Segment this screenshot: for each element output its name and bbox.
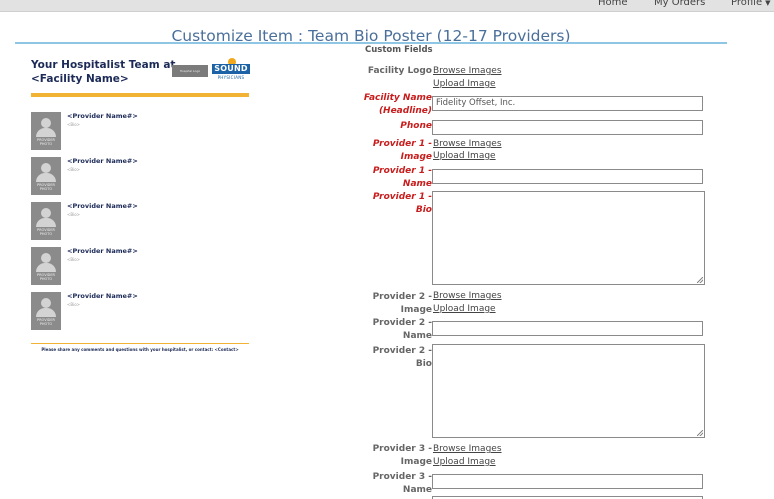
provider-2-image-label: Provider 2 - Image bbox=[372, 292, 432, 315]
provider-1-upload-link[interactable]: Upload Image bbox=[433, 151, 496, 161]
poster-headline-line2: <Facility Name> bbox=[31, 73, 129, 85]
provider-bio-placeholder: <Bio> bbox=[67, 212, 81, 217]
poster-headline-line1: Your Hospitalist Team at bbox=[31, 59, 176, 71]
provider-2-upload-link[interactable]: Upload Image bbox=[433, 304, 496, 314]
poster-provider-1: PROVIDER PHOTO <Provider Name#> <Bio> bbox=[31, 112, 249, 152]
resize-grip-icon[interactable] bbox=[697, 430, 703, 436]
provider-bio-placeholder: <Bio> bbox=[67, 122, 81, 127]
provider-2-bio-textarea[interactable] bbox=[432, 344, 705, 438]
poster-footer: Please share any comments and questions … bbox=[41, 347, 239, 352]
provider-3-name-input[interactable] bbox=[432, 474, 703, 489]
title-divider bbox=[15, 42, 727, 44]
provider-1-bio-textarea[interactable] bbox=[432, 191, 705, 285]
facility-logo-browse-link[interactable]: Browse Images bbox=[433, 66, 502, 76]
brand-sub: PHYSICIANS bbox=[217, 75, 245, 80]
profile-label: Profile bbox=[731, 0, 763, 8]
provider-2-name-label: Provider 2 - Name bbox=[372, 318, 432, 341]
resize-grip-icon[interactable] bbox=[697, 277, 703, 283]
facility-name-label: Facility Name (Headline) bbox=[363, 93, 432, 116]
poster-headline: Your Hospitalist Team at <Facility Name> bbox=[31, 58, 175, 86]
provider-name-placeholder: <Provider Name#> bbox=[67, 202, 138, 210]
caret-down-icon: ▼ bbox=[765, 0, 771, 7]
nav-orders-link[interactable]: My Orders bbox=[654, 0, 705, 8]
facility-logo-label: Facility Logo bbox=[367, 66, 432, 76]
provider-1-name-label: Provider 1 - Name bbox=[372, 166, 432, 189]
provider-photo-placeholder: PROVIDER PHOTO bbox=[31, 157, 61, 195]
provider-photo-placeholder: PROVIDER PHOTO bbox=[31, 202, 61, 240]
provider-name-placeholder: <Provider Name#> bbox=[67, 157, 138, 165]
provider-photo-placeholder: PROVIDER PHOTO bbox=[31, 247, 61, 285]
provider-3-name-label: Provider 3 - Name bbox=[372, 472, 432, 495]
provider-1-bio-label: Provider 1 - Bio bbox=[372, 192, 432, 215]
provider-bio-placeholder: <Bio> bbox=[67, 302, 81, 307]
provider-name-placeholder: <Provider Name#> bbox=[67, 292, 138, 300]
poster-footer-rule bbox=[31, 343, 249, 344]
provider-bio-placeholder: <Bio> bbox=[67, 167, 81, 172]
facility-name-input[interactable]: Fidelity Offset, Inc. bbox=[432, 96, 703, 111]
phone-input[interactable] bbox=[432, 120, 703, 135]
poster-preview: Your Hospitalist Team at <Facility Name>… bbox=[31, 55, 250, 355]
provider-1-name-input[interactable] bbox=[432, 169, 703, 184]
sound-physicians-logo: SOUND PHYSICIANS bbox=[212, 55, 250, 82]
provider-2-name-input[interactable] bbox=[432, 321, 703, 336]
provider-2-browse-link[interactable]: Browse Images bbox=[433, 291, 502, 301]
provider-bio-placeholder: <Bio> bbox=[67, 257, 81, 262]
poster-provider-5: PROVIDER PHOTO <Provider Name#> <Bio> bbox=[31, 292, 249, 332]
provider-photo-placeholder: PROVIDER PHOTO bbox=[31, 292, 61, 330]
provider-name-placeholder: <Provider Name#> bbox=[67, 247, 138, 255]
provider-2-bio-label: Provider 2 - Bio bbox=[372, 346, 432, 369]
provider-3-upload-link[interactable]: Upload Image bbox=[433, 457, 496, 467]
phone-label: Phone bbox=[400, 121, 432, 131]
provider-1-browse-link[interactable]: Browse Images bbox=[433, 139, 502, 149]
hospital-logo-placeholder: Hospital Logo bbox=[172, 65, 208, 77]
facility-logo-upload-link[interactable]: Upload Image bbox=[433, 79, 496, 89]
brand-name: SOUND bbox=[212, 64, 250, 74]
poster-provider-3: PROVIDER PHOTO <Provider Name#> <Bio> bbox=[31, 202, 249, 242]
poster-header-bar bbox=[31, 93, 249, 97]
provider-name-placeholder: <Provider Name#> bbox=[67, 112, 138, 120]
provider-3-browse-link[interactable]: Browse Images bbox=[433, 444, 502, 454]
nav-home-link[interactable]: Home bbox=[598, 0, 628, 8]
provider-3-image-label: Provider 3 - Image bbox=[372, 444, 432, 467]
nav-profile-menu[interactable]: Profile ▼ bbox=[731, 0, 770, 8]
provider-photo-placeholder: PROVIDER PHOTO bbox=[31, 112, 61, 150]
poster-provider-4: PROVIDER PHOTO <Provider Name#> <Bio> bbox=[31, 247, 249, 287]
section-heading: Custom Fields bbox=[365, 45, 433, 55]
sun-icon bbox=[224, 55, 240, 64]
poster-provider-2: PROVIDER PHOTO <Provider Name#> <Bio> bbox=[31, 157, 249, 197]
provider-1-image-label: Provider 1 - Image bbox=[372, 139, 432, 162]
